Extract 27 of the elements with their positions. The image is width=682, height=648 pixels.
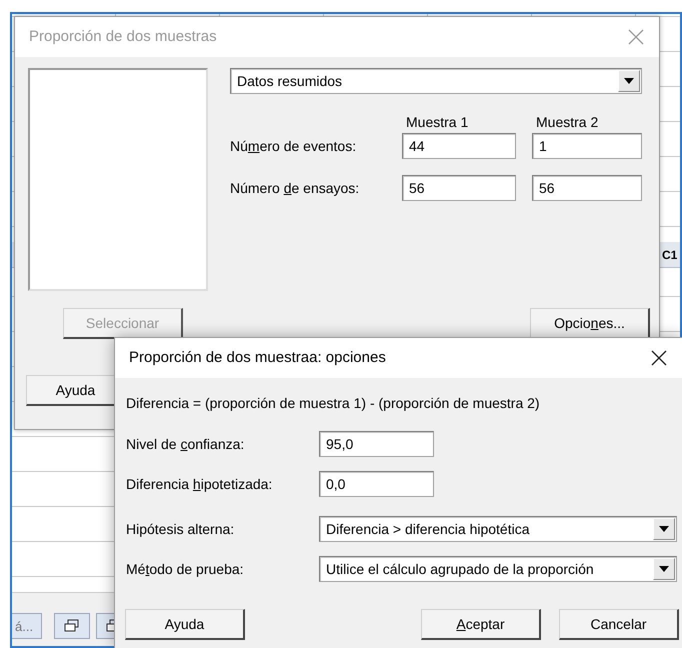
field-label: Número de ensayos:	[230, 178, 360, 198]
button[interactable]: Ayuda	[125, 609, 245, 640]
number-field[interactable]: 44	[402, 133, 516, 159]
column-heading: Muestra 1	[405, 113, 470, 132]
dropdown-field[interactable]: Diferencia > diferencia hipotética	[319, 516, 677, 542]
field-label: Hipótesis alterna:	[126, 520, 236, 539]
number-field[interactable]: 56	[402, 175, 516, 201]
input-field[interactable]: 0,0	[319, 471, 434, 497]
data-source-dropdown[interactable]: Datos resumidos	[230, 68, 642, 94]
dialog-title: Proporción de dos muestras	[29, 26, 217, 47]
field-label: Diferencia hipotetizada:	[126, 474, 274, 494]
button[interactable]: Cancelar	[559, 609, 679, 640]
window-icon[interactable]	[54, 613, 90, 639]
dialog-title: Proporción de dos muestraa: opciones	[129, 348, 386, 368]
formula-text: Diferencia = (proporción de muestra 1) - (proporción de muestra 2)	[126, 394, 541, 413]
column-header: C1	[662, 247, 678, 264]
field-label: Número de eventos:	[230, 136, 358, 156]
number-field[interactable]: 56	[532, 175, 642, 201]
button[interactable]: Aceptar	[421, 609, 541, 640]
input-field[interactable]: 95,0	[319, 431, 434, 457]
sheet-tab[interactable]: á...	[12, 613, 42, 639]
dropdown-field[interactable]: Utilice el cálculo agrupado de la proporción	[319, 556, 677, 582]
number-field[interactable]: 1	[532, 133, 642, 159]
column-heading: Muestra 2	[535, 113, 600, 132]
button[interactable]: Opciones...	[530, 308, 650, 339]
field-label: Nivel de confianza:	[126, 434, 246, 454]
field-label: Método de prueba:	[126, 560, 245, 579]
